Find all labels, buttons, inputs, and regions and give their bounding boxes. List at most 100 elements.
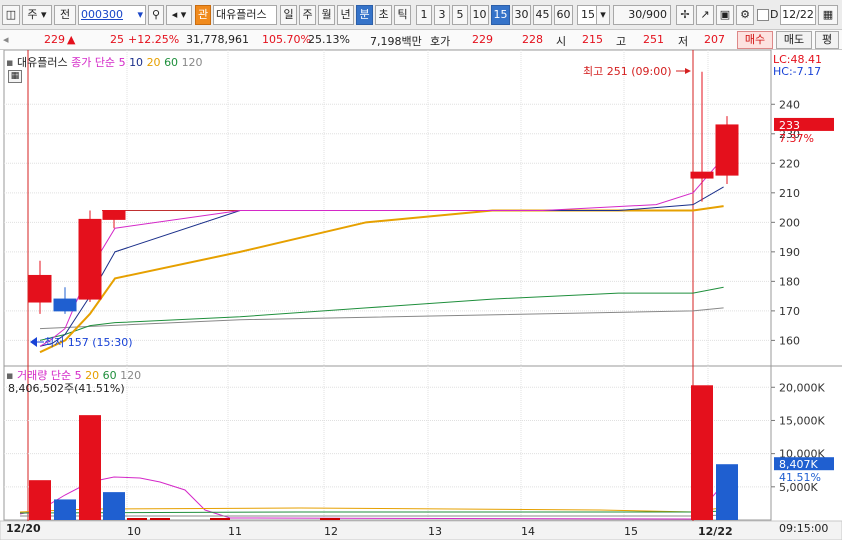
volume-bar	[54, 499, 76, 520]
volume-bar	[103, 492, 125, 520]
volume-tick-label: 20,000K	[779, 381, 825, 394]
period-type-button[interactable]: 전	[54, 5, 76, 25]
current-volume-percent: 41.51%	[779, 471, 821, 484]
high-label: 고	[616, 35, 627, 48]
minute-button[interactable]: 15	[491, 5, 510, 25]
candle-body	[102, 210, 126, 220]
stock-code-input[interactable]: 000300 ▾	[78, 5, 146, 25]
change-value: 25	[110, 33, 124, 46]
turnover-rate: 25.13%	[308, 33, 350, 46]
save-icon[interactable]: ▣	[716, 5, 734, 25]
eval-button[interactable]: 평	[815, 31, 839, 49]
price-tick-label: 190	[779, 246, 800, 259]
time-tick-label: 15	[624, 525, 638, 538]
time-tick-label: 12/22	[698, 525, 733, 538]
chevron-down-icon[interactable]: ▾	[137, 6, 143, 24]
volume-bar	[716, 464, 738, 520]
price-tick-label: 240	[779, 98, 800, 111]
minute-button[interactable]: 45	[533, 5, 552, 25]
minute-button[interactable]: 3	[434, 5, 450, 25]
current-percent-tag: 7.37%	[779, 132, 814, 145]
period-button[interactable]: 주	[299, 5, 316, 25]
low-price: 207	[704, 33, 725, 46]
minute-button[interactable]: 10	[470, 5, 489, 25]
quote-bar: ◂ 229 ▲ 25 +12.25% 31,778,961 105.70% 25…	[0, 30, 842, 50]
stock-name-field[interactable]: 대유플러스	[213, 5, 277, 25]
count-max: /900	[642, 8, 667, 21]
volume-bar	[79, 415, 101, 520]
price-tick-label: 200	[779, 216, 800, 229]
price-tick-label: 210	[779, 187, 800, 200]
crosshair-icon[interactable]: ✢	[676, 5, 694, 25]
gear-icon[interactable]: ⚙	[736, 5, 754, 25]
date-field[interactable]: 12/22	[780, 5, 816, 25]
start-date-label: 12/20	[6, 522, 41, 535]
market-label: 주	[27, 8, 38, 21]
price-tick-label: 180	[779, 275, 800, 288]
hc-label: HC:-7.17	[773, 65, 822, 78]
ma5-label: 5	[118, 56, 126, 69]
price-plot-area	[3, 50, 772, 521]
ma120-label: 120	[181, 56, 203, 69]
time-tick-label: 14	[521, 525, 535, 538]
chart-canvas[interactable]: 16017018019020021022023024010 11 12 13 14 15 1…	[0, 50, 842, 540]
period-button[interactable]: 분	[356, 5, 373, 25]
indicator-label: 종가 단순	[71, 56, 116, 69]
buy-button[interactable]: 매수	[737, 31, 773, 49]
period-button[interactable]: 년	[337, 5, 354, 25]
count-value: 30	[628, 8, 643, 21]
candle-body	[715, 124, 739, 176]
max-annotation: 최고 251 (09:00)	[583, 65, 672, 78]
volume-summary: 8,406,502주(41.51%)	[8, 382, 125, 395]
volume-bar-small	[150, 518, 170, 520]
period-button[interactable]: 틱	[394, 5, 411, 25]
up-arrow-icon: ▲	[67, 33, 76, 46]
search-icon[interactable]: ⚲	[148, 5, 164, 25]
current-price-tag: 233	[779, 119, 800, 132]
volume-bar-small	[127, 518, 147, 520]
price-panel-legend: ▪ 대유플러스 종가 단순 5 10 20 60 120	[6, 54, 203, 70]
minute-chevron-icon[interactable]: ▾	[596, 5, 610, 25]
ask-price: 229	[472, 33, 493, 46]
period-button[interactable]: 일	[280, 5, 297, 25]
price-tick-label: 170	[779, 305, 800, 318]
candle-body	[78, 218, 102, 300]
minute-button[interactable]: 5	[452, 5, 468, 25]
minute-button[interactable]: 30	[512, 5, 531, 25]
high-price: 251	[643, 33, 664, 46]
ma60-label: 60	[164, 56, 179, 69]
time-tick-label: 10	[127, 525, 141, 538]
chart-type-icon[interactable]: ↗	[696, 5, 714, 25]
candle-body	[690, 171, 714, 179]
bid-price: 228	[522, 33, 543, 46]
current-volume-tag: 8,407K	[779, 458, 818, 471]
favorite-badge[interactable]: 관	[195, 5, 211, 25]
end-time-label: 09:15:00	[779, 522, 829, 535]
volume-bar	[29, 480, 51, 520]
price-tick-label: 160	[779, 334, 800, 347]
volume-ratio: 105.70%	[262, 33, 311, 46]
count-input[interactable]: 30/900	[613, 5, 671, 25]
volume-tick-label: 15,000K	[779, 414, 825, 427]
table-icon[interactable]: ▦	[8, 70, 22, 83]
stock-chart-window: ◫ 주 ▾ 전 000300 ▾ ⚲ ◂ ▾ 관 대유플러스 일주월년분초틱135…	[0, 0, 842, 540]
sell-button[interactable]: 매도	[776, 31, 812, 49]
d-checkbox[interactable]	[757, 9, 769, 21]
price-tick-label: 220	[779, 157, 800, 170]
layout-icon[interactable]: ◫	[2, 5, 20, 25]
sound-icon[interactable]: ◂ ▾	[166, 5, 192, 25]
open-price: 215	[582, 33, 603, 46]
period-button[interactable]: 월	[318, 5, 335, 25]
minute-button[interactable]: 1	[416, 5, 432, 25]
change-percent: +12.25%	[128, 33, 180, 46]
trade-amount: 7,198백만	[370, 35, 422, 48]
market-select[interactable]: 주 ▾	[22, 5, 52, 25]
minute-button[interactable]: 60	[554, 5, 573, 25]
calendar-icon[interactable]: ▦	[818, 5, 838, 25]
candle-body	[28, 274, 52, 303]
low-label: 저	[678, 35, 689, 48]
time-tick-label: 12	[324, 525, 338, 538]
arrow-icon: ◂	[3, 33, 9, 46]
volume-bar	[691, 385, 713, 520]
period-button[interactable]: 초	[375, 5, 392, 25]
